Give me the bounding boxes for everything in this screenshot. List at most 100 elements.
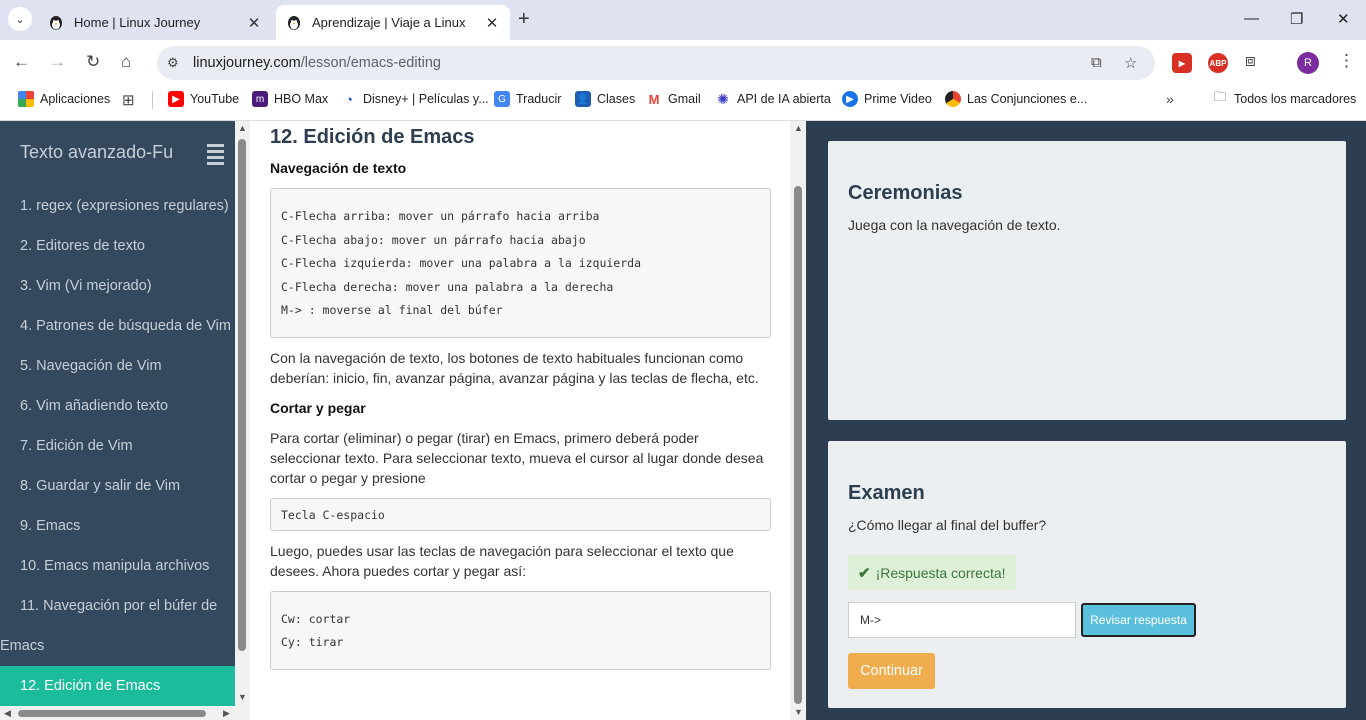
bookmark-gmail[interactable]: M Gmail [646, 91, 701, 107]
folder-icon: 🗀 [1213, 89, 1227, 104]
all-bookmarks[interactable]: 🗀 Todos los marcadores [1212, 89, 1356, 107]
forward-arrow-icon[interactable]: → [49, 52, 66, 72]
scroll-right-icon[interactable]: ▶ [223, 708, 230, 719]
sidebar-vertical-scrollbar[interactable]: ▲ ▼ [235, 121, 250, 720]
code-block-navigation: C-Flecha arriba: mover un párrafo hacia … [270, 188, 771, 338]
tab-lesson[interactable]: Aprendizaje | Viaje a Linux ✕ [276, 5, 510, 40]
lesson-content: 12. Edición de Emacs Navegación de texto… [250, 121, 790, 720]
quiz-question: ¿Cómo llegar al final del buffer? [848, 517, 1047, 533]
sidebar-item-emacs-buffer-nav[interactable]: 11. Navegación por el búfer de [20, 598, 217, 614]
scroll-up-icon[interactable]: ▲ [238, 123, 247, 133]
tab-groups-icon[interactable]: ⊞ [122, 91, 135, 109]
continue-button[interactable]: Continuar [848, 653, 935, 689]
hbo-max-icon: m [252, 91, 268, 107]
bookmark-hbo-max[interactable]: m HBO Max [252, 91, 328, 107]
exercise-text: Juega con la navegación de texto. [848, 217, 1061, 233]
browser-window: ⌄ Home | Linux Journey ✕ Aprendizaje | V… [0, 0, 1366, 720]
bookmark-conjunciones[interactable]: Las Conjunciones e... [945, 91, 1087, 107]
chevron-down-icon: ⌄ [15, 13, 25, 26]
code-line: C-Flecha arriba: mover un párrafo hacia … [281, 209, 600, 223]
code-line: M-> : moverse al final del búfer [281, 303, 503, 317]
scroll-down-icon[interactable]: ▼ [238, 692, 247, 702]
colorful-logo-icon [945, 91, 961, 107]
more-bookmarks-chevron-icon[interactable]: » [1166, 91, 1174, 107]
bookmark-apps[interactable]: Aplicaciones [18, 91, 110, 107]
sidebar-item-vim-navigation[interactable]: 5. Navegación de Vim [20, 358, 162, 374]
site-settings-icon[interactable]: ⚙ [167, 55, 183, 71]
exercise-panel: Ceremonias Juega con la navegación de te… [806, 121, 1366, 720]
code-line: Cy: tirar [281, 635, 344, 649]
sidebar-item-vim[interactable]: 3. Vim (Vi mejorado) [20, 278, 152, 294]
scroll-down-icon[interactable]: ▼ [794, 707, 803, 717]
sidebar-item-emacs[interactable]: 9. Emacs [20, 518, 80, 534]
sidebar-item-active[interactable]: 12. Edición de Emacs [0, 666, 235, 706]
code-line: C-Flecha abajo: mover un párrafo hacia a… [281, 233, 586, 247]
home-icon[interactable]: ⌂ [121, 52, 131, 72]
apps-grid-icon [18, 91, 34, 107]
url-domain: linuxjourney.com [193, 55, 301, 71]
sidebar-item-vim-search[interactable]: 4. Patrones de búsqueda de Vim [20, 318, 231, 334]
disney-icon: ◔ [345, 91, 353, 107]
hamburger-menu-icon[interactable] [207, 144, 224, 168]
more-menu-icon[interactable]: ⋮ [1338, 51, 1355, 71]
lesson-sidebar: Texto avanzado-Fu 1. regex (expresiones … [0, 121, 235, 720]
extension-media-icon[interactable]: ▶ [1172, 53, 1192, 73]
code-block-cut-yank: Cw: cortar Cy: tirar [270, 591, 771, 670]
sidebar-item-emacs-files[interactable]: 10. Emacs manipula archivos [20, 558, 209, 574]
sidebar-title: Texto avanzado-Fu [20, 142, 174, 162]
bookmark-youtube[interactable]: ▶ YouTube [168, 91, 239, 107]
content-vertical-scrollbar[interactable]: ▲ ▼ [790, 121, 806, 720]
window-close-icon[interactable]: ✕ [1337, 10, 1350, 28]
scrollbar-thumb[interactable] [18, 710, 206, 717]
paragraph-navigation: Con la navegación de texto, los botones … [270, 350, 759, 386]
success-alert: ✔ ¡Respuesta correcta! [848, 555, 1016, 590]
paragraph-keys: Luego, puedes usar las teclas de navegac… [270, 543, 734, 579]
close-icon[interactable]: ✕ [246, 14, 262, 32]
sidebar-horizontal-scrollbar[interactable]: ◀ ▶ [0, 706, 235, 720]
success-text: ¡Respuesta correcta! [875, 564, 1006, 581]
section-heading-navigation: Navegación de texto [270, 160, 407, 176]
sidebar-item-regex[interactable]: 1. regex (expresiones regulares) [20, 198, 229, 214]
bookmark-classroom[interactable]: 👤 Clases [575, 91, 635, 107]
youtube-icon: ▶ [168, 91, 184, 107]
sidebar-item-vim-editing[interactable]: 7. Edición de Vim [20, 438, 133, 454]
scroll-up-icon[interactable]: ▲ [794, 123, 803, 133]
scroll-left-icon[interactable]: ◀ [4, 708, 11, 719]
bookmark-prime-video[interactable]: ▶ Prime Video [842, 91, 932, 107]
lesson-title: 12. Edición de Emacs [270, 126, 475, 148]
profile-avatar[interactable]: R [1297, 52, 1319, 74]
page-viewport: Texto avanzado-Fu 1. regex (expresiones … [0, 121, 1366, 720]
tab-search-button[interactable]: ⌄ [8, 7, 32, 31]
restore-icon[interactable]: ❐ [1290, 10, 1303, 28]
bookmark-translate[interactable]: G Traducir [494, 91, 561, 107]
scrollbar-thumb[interactable] [794, 186, 802, 704]
check-answer-button[interactable]: Revisar respuesta [1081, 603, 1196, 637]
reload-icon[interactable]: ↻ [86, 52, 100, 72]
adblock-icon[interactable]: ABP [1208, 53, 1228, 73]
address-bar[interactable]: ⚙ linuxjourney.com/lesson/emacs-editing … [157, 46, 1155, 80]
check-icon: ✔ [858, 564, 871, 582]
bookmark-disney[interactable]: ◔ Disney+ | Películas y... [341, 91, 489, 107]
sidebar-item-emacs-buffer-nav-cont[interactable]: Emacs [0, 638, 44, 654]
tab-title: Home | Linux Journey [74, 15, 201, 30]
penguin-icon [288, 15, 300, 30]
minimize-icon[interactable]: — [1244, 10, 1259, 27]
tab-home[interactable]: Home | Linux Journey ✕ [38, 5, 272, 40]
url-text[interactable]: linuxjourney.com/lesson/emacs-editing [193, 55, 441, 71]
gmail-icon: M [648, 91, 660, 107]
extensions-puzzle-icon[interactable]: ⧈ [1245, 51, 1256, 71]
translate-icon[interactable]: ⧉ [1091, 54, 1102, 71]
sidebar-item-text-editors[interactable]: 2. Editores de texto [20, 238, 145, 254]
scrollbar-thumb[interactable] [238, 139, 246, 651]
code-line: Tecla C-espacio [281, 508, 385, 522]
code-line: C-Flecha derecha: mover una palabra a la… [281, 280, 614, 294]
answer-input[interactable] [848, 602, 1076, 638]
sidebar-item-vim-save-exit[interactable]: 8. Guardar y salir de Vim [20, 478, 180, 494]
close-icon[interactable]: ✕ [484, 14, 500, 32]
sidebar-item-vim-appending[interactable]: 6. Vim añadiendo texto [20, 398, 168, 414]
code-line: Cw: cortar [281, 612, 351, 626]
bookmark-star-icon[interactable]: ☆ [1124, 54, 1137, 72]
new-tab-plus-icon[interactable]: + [518, 8, 530, 31]
back-arrow-icon[interactable]: ← [13, 52, 30, 72]
bookmark-openai-api[interactable]: ✺ API de IA abierta [715, 91, 831, 107]
